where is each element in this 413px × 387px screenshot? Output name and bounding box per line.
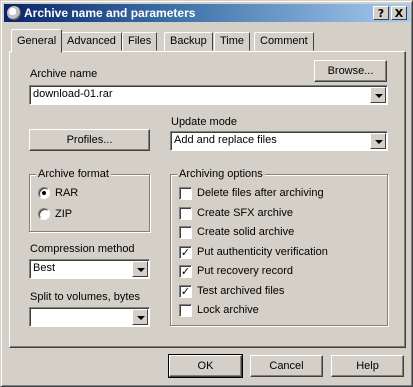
close-title-button[interactable]: X	[391, 6, 407, 20]
compression-method-label: Compression method	[30, 243, 135, 255]
archive-dialog: Archive name and parameters ? X General …	[0, 0, 413, 387]
tab-advanced[interactable]: Advanced	[61, 32, 122, 51]
tab-files[interactable]: Files	[122, 32, 158, 51]
update-mode-value: Add and replace files	[174, 134, 277, 146]
zip-radio[interactable]	[38, 208, 50, 220]
compression-method-value: Best	[33, 262, 56, 274]
archive-name-label: Archive name	[30, 68, 98, 80]
rar-radio-label[interactable]: RAR	[55, 187, 78, 199]
test-archived-checkbox[interactable]: ✓	[179, 285, 192, 298]
lock-archive-checkbox[interactable]	[179, 304, 192, 317]
archive-name-value: download-01.rar	[33, 88, 113, 100]
create-solid-checkbox[interactable]	[179, 226, 192, 239]
recovery-record-checkbox[interactable]: ✓	[179, 265, 192, 278]
archive-format-title: Archive format	[36, 168, 111, 180]
chevron-down-icon[interactable]	[132, 261, 148, 277]
zip-radio-label[interactable]: ZIP	[55, 208, 72, 220]
recovery-record-label[interactable]: Put recovery record	[197, 265, 293, 277]
ok-button[interactable]: OK	[168, 354, 243, 378]
split-volumes-label: Split to volumes, bytes	[30, 291, 141, 303]
profiles-button[interactable]: Profiles...	[29, 129, 150, 151]
authenticity-label[interactable]: Put authenticity verification	[197, 246, 328, 258]
help-title-button[interactable]: ?	[373, 6, 389, 20]
window-title: Archive name and parameters	[24, 6, 196, 20]
browse-button[interactable]: Browse...	[314, 60, 387, 82]
compression-method-select[interactable]: Best	[29, 259, 150, 279]
archive-name-combobox[interactable]: download-01.rar	[29, 85, 388, 105]
test-archived-label[interactable]: Test archived files	[197, 285, 284, 297]
split-volumes-combobox[interactable]	[29, 307, 150, 327]
tab-backup[interactable]: Backup	[164, 32, 213, 51]
update-mode-select[interactable]: Add and replace files	[170, 131, 388, 151]
create-sfx-checkbox[interactable]	[179, 207, 192, 220]
delete-files-label[interactable]: Delete files after archiving	[197, 187, 324, 199]
chevron-down-icon[interactable]	[370, 133, 386, 149]
rar-radio[interactable]	[38, 187, 50, 199]
authenticity-checkbox[interactable]: ✓	[179, 246, 192, 259]
create-sfx-label[interactable]: Create SFX archive	[197, 207, 293, 219]
lock-archive-label[interactable]: Lock archive	[197, 304, 259, 316]
update-mode-label: Update mode	[171, 116, 238, 128]
tab-general[interactable]: General	[11, 29, 63, 53]
cancel-button[interactable]: Cancel	[250, 355, 323, 377]
winrar-app-icon	[7, 6, 21, 20]
delete-files-checkbox[interactable]	[179, 187, 192, 200]
chevron-down-icon[interactable]	[370, 87, 386, 103]
tab-comment[interactable]: Comment	[254, 32, 314, 51]
chevron-down-icon[interactable]	[132, 309, 148, 325]
tab-time[interactable]: Time	[214, 32, 251, 51]
archiving-options-title: Archiving options	[177, 168, 265, 180]
create-solid-label[interactable]: Create solid archive	[197, 226, 294, 238]
title-bar[interactable]: Archive name and parameters ? X	[4, 4, 410, 22]
archive-format-group: Archive format	[29, 168, 150, 232]
help-button[interactable]: Help	[331, 355, 404, 377]
